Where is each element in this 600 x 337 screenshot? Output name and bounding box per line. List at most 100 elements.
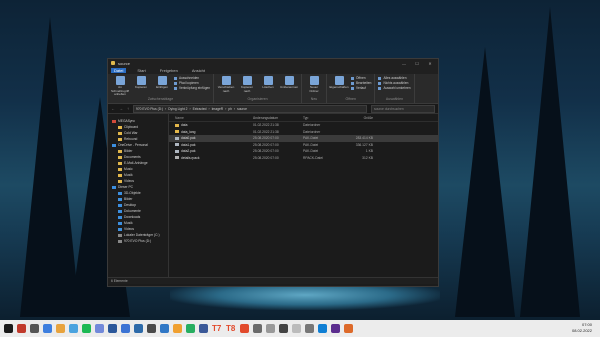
folder-icon bbox=[118, 161, 122, 165]
file-name: data_lang bbox=[181, 129, 196, 134]
taskbar-app-icon[interactable] bbox=[30, 324, 39, 333]
ribbon-small-button[interactable]: Auswahl umkehren bbox=[378, 86, 411, 90]
breadcrumb-item[interactable]: ph bbox=[228, 107, 232, 111]
taskbar-app-icon[interactable] bbox=[82, 324, 91, 333]
taskbar-app-icon[interactable] bbox=[147, 324, 156, 333]
tab-file[interactable]: Datei bbox=[111, 68, 127, 73]
taskbar-app-icon[interactable] bbox=[344, 324, 353, 333]
start-button[interactable] bbox=[4, 324, 13, 333]
file-name: data0.pak bbox=[181, 136, 196, 141]
ribbon-small-button[interactable]: Verlauf bbox=[351, 86, 371, 90]
folder-icon bbox=[118, 149, 122, 153]
forward-arrow-icon[interactable]: → bbox=[119, 106, 123, 111]
ribbon-button[interactable]: Einfügen bbox=[153, 76, 171, 90]
ribbon-small-icon bbox=[351, 81, 355, 85]
ribbon-button-label: Neuer Ordner bbox=[309, 85, 319, 93]
ribbon-small-button[interactable]: Alles auswählen bbox=[378, 76, 410, 80]
taskbar: T7 T8 07:00 08.02.2022 bbox=[0, 320, 600, 337]
ribbon-button[interactable]: Verschieben nach bbox=[217, 76, 235, 93]
breadcrumb-item[interactable]: source bbox=[237, 107, 247, 111]
column-name[interactable]: Name bbox=[175, 116, 253, 120]
taskbar-app-icon[interactable]: T8 bbox=[226, 324, 236, 333]
taskbar-app-icon[interactable] bbox=[292, 324, 301, 333]
ribbon-group: Neuer Ordner Neu bbox=[302, 74, 328, 103]
taskbar-app-icon[interactable] bbox=[253, 324, 262, 333]
system-clock[interactable]: 07:00 08.02.2022 bbox=[572, 322, 592, 334]
taskbar-app-icon[interactable] bbox=[266, 324, 275, 333]
taskbar-app-icon[interactable]: T7 bbox=[212, 324, 222, 333]
ribbon-small-button[interactable]: Pfad kopieren bbox=[174, 81, 210, 85]
ribbon-button[interactable]: An Schnellzugriff anheften bbox=[111, 76, 129, 97]
ribbon-small-button[interactable]: Verknüpfung einfügen bbox=[174, 86, 210, 90]
ribbon-small-icon bbox=[378, 81, 382, 85]
taskbar-app-icon[interactable] bbox=[56, 324, 65, 333]
ribbon-button[interactable]: Kopieren nach bbox=[238, 76, 256, 93]
breadcrumb-item[interactable]: Extracted bbox=[193, 107, 207, 111]
taskbar-app-icon[interactable] bbox=[69, 324, 78, 333]
tab-start[interactable]: Start bbox=[134, 68, 148, 73]
ribbon-small-label: Bearbeiten bbox=[356, 81, 372, 85]
ribbon-small-label: Nichts auswählen bbox=[383, 81, 409, 85]
taskbar-app-icon[interactable] bbox=[108, 324, 117, 333]
taskbar-app-icon[interactable] bbox=[121, 324, 130, 333]
ribbon-small-button[interactable]: Öffnen bbox=[351, 76, 371, 80]
taskbar-app-icon[interactable] bbox=[240, 324, 249, 333]
back-arrow-icon[interactable]: ← bbox=[111, 106, 115, 111]
chevron-right-icon: › bbox=[233, 106, 236, 111]
column-date[interactable]: Änderungsdatum bbox=[253, 116, 303, 120]
file-row[interactable]: details.rpack 25.08.2020 07:00 RPACK-Datei… bbox=[169, 155, 438, 162]
file-type: PAK-Datei bbox=[303, 149, 319, 154]
ribbon-small-label: Pfad kopieren bbox=[179, 81, 199, 85]
ribbon-button[interactable]: Umbenennen bbox=[280, 76, 298, 90]
taskbar-app-icon[interactable] bbox=[331, 324, 340, 333]
minimize-button[interactable]: — bbox=[399, 61, 409, 66]
taskbar-app-icon[interactable] bbox=[43, 324, 52, 333]
ribbon-button[interactable]: Kopieren bbox=[132, 76, 150, 90]
sidebar-item-label: Documents bbox=[124, 155, 141, 159]
taskbar-app-icon[interactable] bbox=[134, 324, 143, 333]
sidebar-item-label: Music bbox=[124, 167, 133, 171]
ribbon-small-button[interactable]: Nichts auswählen bbox=[378, 81, 410, 85]
close-button[interactable]: ✕ bbox=[425, 61, 435, 66]
sidebar-item-label: Dieser PC bbox=[118, 185, 134, 189]
search-input[interactable]: source durchsuchen bbox=[371, 104, 435, 113]
file-date: 25.08.2020 07:00 bbox=[253, 136, 279, 141]
sidebar-item-label: Musik bbox=[124, 221, 133, 225]
ribbon-button[interactable]: Löschen bbox=[259, 76, 277, 90]
sidebar-item-label: Downloads bbox=[124, 215, 141, 219]
ribbon-small-button[interactable]: Ausschneiden bbox=[174, 76, 210, 80]
column-size[interactable]: Größe bbox=[343, 116, 373, 120]
ribbon-small-icon bbox=[174, 76, 177, 80]
taskbar-app-icon[interactable] bbox=[305, 324, 314, 333]
folder-icon bbox=[118, 197, 122, 201]
taskbar-app-icon[interactable] bbox=[160, 324, 169, 333]
taskbar-app-icon[interactable] bbox=[279, 324, 288, 333]
ribbon-button[interactable]: Neuer Ordner bbox=[305, 76, 323, 93]
sidebar-item[interactable]: 970 EVO Plus (D:) bbox=[108, 238, 168, 244]
ribbon-group: Alles auswählen Nichts auswählen Auswahl u… bbox=[375, 74, 415, 103]
taskbar-app-icon[interactable] bbox=[173, 324, 182, 333]
breadcrumb-item[interactable]: ImageR bbox=[212, 107, 224, 111]
tab-share[interactable]: Freigeben bbox=[157, 68, 181, 73]
maximize-button[interactable]: ☐ bbox=[412, 61, 422, 66]
column-type[interactable]: Typ bbox=[303, 116, 343, 120]
ribbon-small-button[interactable]: Bearbeiten bbox=[351, 81, 371, 85]
taskbar-app-icon[interactable] bbox=[199, 324, 208, 333]
breadcrumb-item[interactable]: 970 EVO Plus (D:) bbox=[136, 107, 163, 111]
file-name: data1.pak bbox=[181, 142, 196, 147]
ribbon-button-label: An Schnellzugriff anheften bbox=[111, 85, 129, 96]
breadcrumb-item[interactable]: Dying Light 2 bbox=[168, 107, 187, 111]
ribbon-group-caption: Öffnen bbox=[345, 97, 356, 101]
taskbar-app-icon[interactable] bbox=[186, 324, 195, 333]
taskbar-app-icon[interactable] bbox=[318, 324, 327, 333]
file-date: 01.02.2022 21:38 bbox=[253, 129, 279, 134]
breadcrumb[interactable]: 970 EVO Plus (D:) › Dying Light 2 › Extracte… bbox=[133, 104, 367, 113]
ribbon-button[interactable]: Eigenschaften bbox=[330, 76, 349, 90]
ribbon-small-icon bbox=[174, 86, 177, 90]
taskbar-app-icon[interactable] bbox=[17, 324, 26, 333]
taskbar-app-icon[interactable] bbox=[95, 324, 104, 333]
ribbon-icon bbox=[136, 76, 146, 85]
tab-view[interactable]: Ansicht bbox=[189, 68, 208, 73]
clock-date: 08.02.2022 bbox=[571, 328, 592, 333]
up-arrow-icon[interactable]: ↑ bbox=[127, 106, 129, 111]
